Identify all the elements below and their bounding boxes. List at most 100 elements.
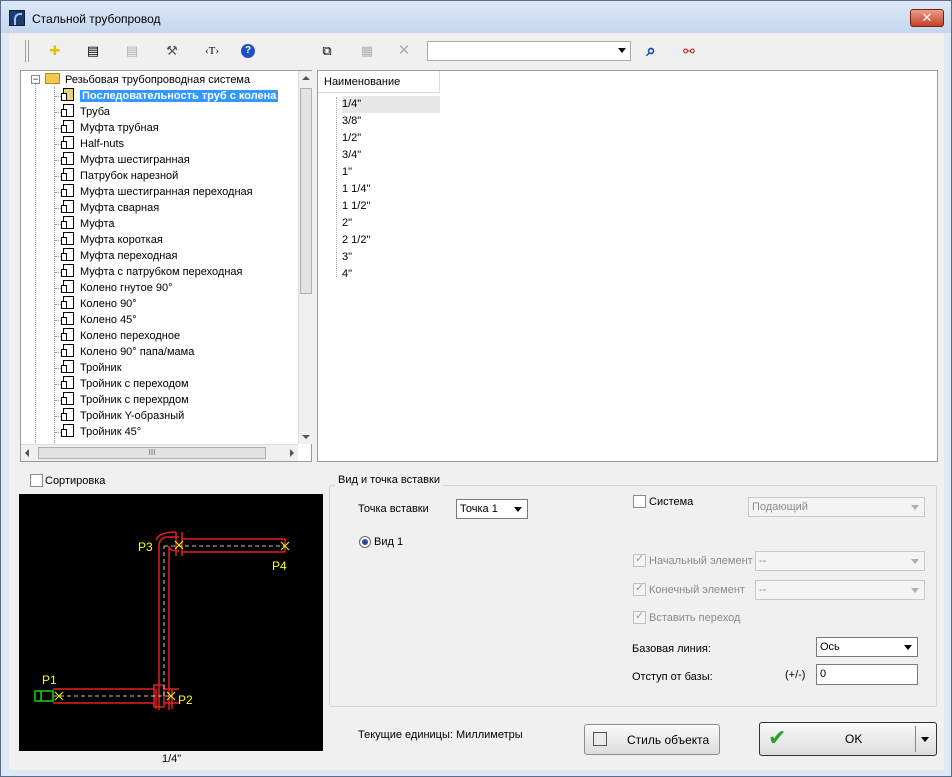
list-item[interactable]: 3" — [342, 249, 352, 266]
tree-item[interactable]: Муфта — [55, 216, 115, 232]
tree-item[interactable]: Колено 90° — [55, 296, 137, 312]
list-item[interactable]: 1" — [342, 164, 352, 181]
tree-item[interactable]: Колено гнутое 90° — [55, 280, 173, 296]
sort-checkbox[interactable] — [30, 474, 43, 487]
tree-item-label: Муфта шестигранная — [80, 154, 190, 166]
tree-item-label: Тройник 45° — [80, 426, 142, 438]
delete-icon[interactable]: ✕ — [395, 42, 413, 60]
list-icon[interactable]: ▤ — [123, 42, 141, 60]
offset-input[interactable]: 0 — [816, 664, 918, 685]
tree-item-label: Колено гнутое 90° — [80, 282, 173, 294]
tree-item[interactable]: Тройник с переходом — [55, 376, 189, 392]
tree-item-label: Тройник Y-образный — [80, 410, 185, 422]
list-item[interactable]: 3/8" — [342, 113, 361, 130]
list-item[interactable]: 1 1/4" — [342, 181, 370, 198]
end-element-checkbox[interactable] — [633, 581, 646, 596]
scroll-right-icon[interactable] — [290, 449, 294, 457]
tree-item-selected[interactable]: Последовательность труб с колена — [55, 88, 279, 104]
scroll-left-icon[interactable] — [25, 449, 29, 457]
tree-item-label: Труба — [80, 106, 110, 118]
column-header-name[interactable]: Наименование — [318, 71, 440, 93]
help-icon[interactable]: ? — [241, 44, 255, 58]
system-checkbox[interactable] — [633, 495, 646, 508]
tree-root[interactable]: Резьбовая трубопроводная система — [45, 72, 250, 88]
filter-combobox[interactable] — [427, 41, 631, 61]
list-item[interactable]: 2" — [342, 215, 352, 232]
search-icon[interactable]: ⌕ — [642, 42, 660, 60]
list-item[interactable]: 1/4" — [342, 96, 440, 113]
tree-item-label: Колено переходное — [80, 330, 181, 342]
tree-item[interactable]: Патрубок нарезной — [55, 168, 178, 184]
scroll-thumb[interactable]: III — [38, 447, 266, 459]
scroll-down-icon[interactable] — [302, 435, 310, 439]
tree-item[interactable]: Муфта переходная — [55, 248, 177, 264]
text-icon[interactable]: ‹T› — [200, 42, 224, 60]
end-element-value: -- — [759, 584, 767, 596]
list-guide — [336, 97, 337, 277]
split-divider — [915, 726, 916, 752]
scroll-thumb[interactable] — [300, 88, 312, 294]
collapse-icon[interactable]: − — [31, 75, 40, 84]
tree-item[interactable]: Муфта шестигранная — [55, 152, 190, 168]
insert-point-value: Точка 1 — [460, 503, 498, 515]
tree-item[interactable]: Тройник — [55, 360, 122, 376]
style-icon — [593, 732, 607, 746]
tree-item[interactable]: Муфта трубная — [55, 120, 159, 136]
tree-item[interactable]: Тройник Y-образный — [55, 408, 185, 424]
chevron-down-icon[interactable] — [921, 737, 929, 742]
document-icon — [61, 408, 74, 421]
list-item[interactable]: 1/2" — [342, 130, 361, 147]
copy-icon[interactable]: ⧉ — [318, 42, 336, 60]
tree-item-label: Тройник с перехрдом — [80, 394, 189, 406]
list-item[interactable]: 3/4" — [342, 147, 361, 164]
insert-group-title: Вид и точка вставки — [335, 474, 443, 486]
properties-icon[interactable]: ▤ — [84, 42, 102, 60]
tree-item[interactable]: Колено 90° папа/мама — [55, 344, 194, 360]
tree-item[interactable]: Муфта короткая — [55, 232, 163, 248]
toolbar-grip[interactable] — [25, 40, 29, 62]
object-style-button[interactable]: Стиль объекта — [584, 724, 720, 755]
view-1-label: Вид 1 — [374, 536, 404, 548]
list-item[interactable]: 4" — [342, 266, 352, 283]
tree-item[interactable]: Муфта сварная — [55, 200, 159, 216]
tree-item[interactable]: Муфта шестигранная переходная — [55, 184, 253, 200]
tree-item[interactable]: Труба — [55, 104, 110, 120]
table-icon[interactable]: ▦ — [358, 42, 376, 60]
binoculars-icon[interactable]: ⚯ — [680, 42, 698, 60]
start-marker — [34, 690, 54, 702]
start-element-checkbox[interactable] — [633, 552, 646, 567]
insert-point-select[interactable]: Точка 1 — [456, 499, 528, 519]
document-icon — [61, 152, 74, 165]
close-button[interactable]: ✕ — [910, 9, 944, 27]
title-bar[interactable]: Стальной трубопровод ✕ — [1, 1, 951, 33]
end-element-select[interactable]: -- — [755, 580, 925, 600]
component-tree[interactable]: − Резьбовая трубопроводная система После… — [20, 70, 312, 462]
system-select[interactable]: Подающий — [748, 497, 925, 517]
tree-item[interactable]: Колено 45° — [55, 312, 137, 328]
size-list[interactable]: Наименование 1/4" 3/8" 1/2" 3/4" 1" 1 1/4" 1 1… — [317, 70, 938, 462]
document-icon — [61, 424, 74, 437]
document-icon — [61, 264, 74, 277]
baseline-select[interactable]: Ось — [816, 637, 918, 657]
tree-item[interactable]: Муфта с патрубком переходная — [55, 264, 242, 280]
start-element-select[interactable]: -- — [755, 551, 925, 571]
tree-item[interactable]: Тройник 45° — [55, 424, 142, 440]
tree-vertical-scrollbar[interactable] — [298, 71, 312, 444]
tree-horizontal-scrollbar[interactable]: III — [21, 444, 298, 461]
view-1-radio[interactable] — [359, 536, 371, 548]
tree-item-label: Колено 45° — [80, 314, 137, 326]
tree-item[interactable]: Колено переходное — [55, 328, 181, 344]
document-icon — [61, 312, 74, 325]
list-item[interactable]: 2 1/2" — [342, 232, 370, 249]
document-icon — [61, 184, 74, 197]
tree-item[interactable]: Half-nuts — [55, 136, 124, 152]
ok-button[interactable]: ✔ OK — [759, 722, 937, 756]
list-item[interactable]: 1 1/2" — [342, 198, 370, 215]
document-icon — [61, 168, 74, 181]
tree-item[interactable]: Тройник с перехрдом — [55, 392, 189, 408]
insert-transition-checkbox[interactable] — [633, 609, 646, 624]
scroll-up-icon[interactable] — [302, 76, 310, 80]
tools-icon[interactable]: ⚒ — [163, 42, 181, 60]
add-icon[interactable]: ✚ — [46, 42, 64, 60]
units-label: Текущие единицы: Миллиметры — [358, 729, 523, 741]
